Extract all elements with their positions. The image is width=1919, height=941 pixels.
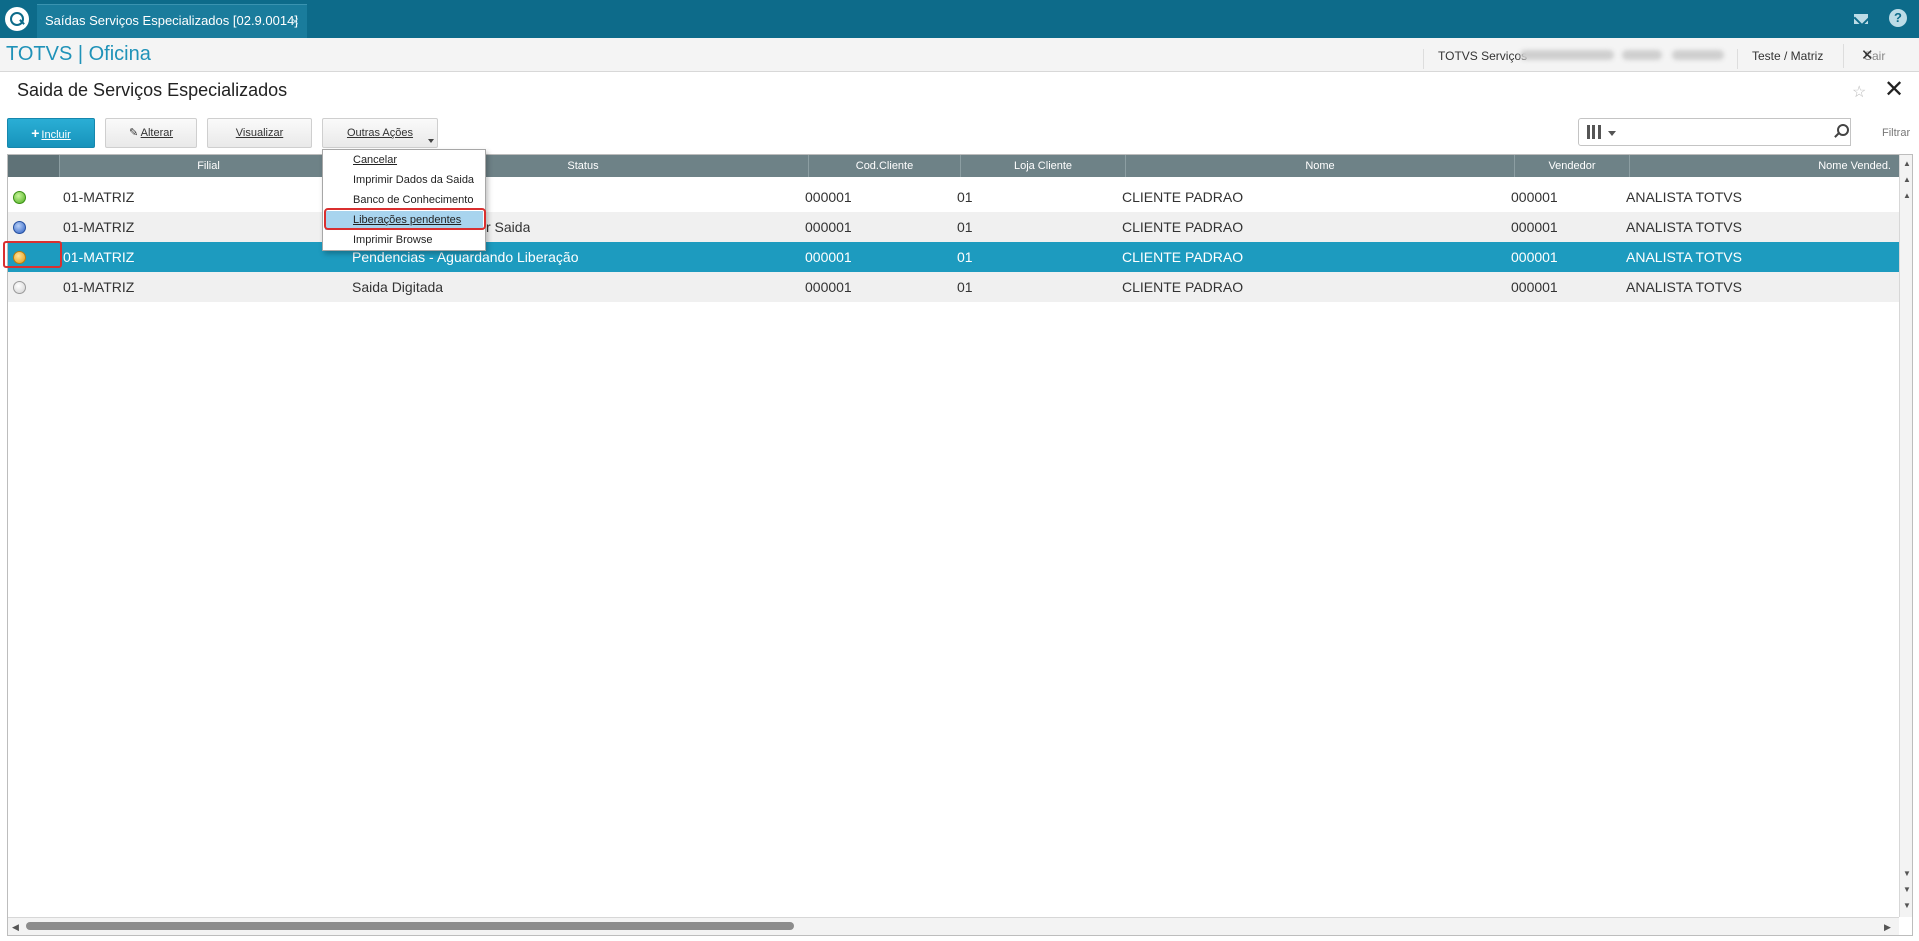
table-row[interactable]: 01-MATRIZ Saida Digitada 000001 01 CLIEN… — [8, 272, 1899, 302]
data-grid: Filial Status Cod.Cliente Loja Cliente N… — [7, 154, 1913, 936]
table-row[interactable]: 01-MATRIZ r Saida 000001 01 CLIENTE PADR… — [8, 212, 1899, 242]
columns-icon — [1587, 125, 1601, 139]
legend-blue-icon[interactable] — [13, 221, 26, 234]
exit-icon[interactable]: ✕ — [1861, 44, 1874, 68]
tab-title: Saídas Serviços Especializados [02.9.001… — [45, 13, 298, 28]
product-name: TOTVS | Oficina — [6, 43, 151, 65]
table-row[interactable]: 01-MATRIZ 000001 01 CLIENTE PADRAO 00000… — [8, 182, 1899, 212]
cell-vendedor: 000001 — [1511, 189, 1558, 205]
cell-nome: CLIENTE PADRAO — [1122, 249, 1244, 265]
cell-nome: CLIENTE PADRAO — [1122, 279, 1244, 295]
scroll-down-icon[interactable]: ▼ — [1902, 869, 1912, 879]
cell-loja: 01 — [957, 249, 973, 265]
menu-item-label: Cancelar — [353, 154, 398, 166]
outras-acoes-menu: Cancelar Imprimir Dados da Saida Banco d… — [322, 149, 486, 251]
app-window: Saídas Serviços Especializados [02.9.001… — [0, 0, 1919, 941]
cell-status: r Saida — [486, 219, 531, 235]
favorite-star-icon[interactable]: ☆ — [1852, 82, 1866, 102]
title-bar: Saídas Serviços Especializados [02.9.001… — [0, 0, 1919, 38]
outras-acoes-button[interactable]: Outras Ações — [322, 118, 438, 148]
search-input[interactable] — [1619, 118, 1851, 146]
cell-nome: CLIENTE PADRAO — [1122, 189, 1244, 205]
cell-nome-vendedor: ANALISTA TOTVS — [1626, 279, 1742, 295]
cell-vendedor: 000001 — [1511, 219, 1558, 235]
cell-cod-cliente: 000001 — [805, 189, 852, 205]
cell-filial: 01-MATRIZ — [63, 219, 135, 235]
totvs-logo-icon[interactable] — [5, 7, 29, 31]
menu-item-label: Imprimir Dados da Saida — [353, 174, 475, 186]
horizontal-scroll-thumb[interactable] — [26, 922, 794, 930]
incluir-button[interactable]: + Incluir — [7, 118, 95, 148]
dropdown-arrow-icon — [428, 139, 434, 143]
redacted-info — [1520, 50, 1614, 60]
menu-item-imprimir-browse[interactable]: Imprimir Browse — [325, 231, 483, 250]
cell-filial: 01-MATRIZ — [63, 249, 135, 265]
menu-item-cancelar[interactable]: Cancelar — [325, 151, 483, 170]
scroll-right-icon[interactable]: ▶ — [1884, 922, 1891, 933]
visualizar-button[interactable]: Visualizar — [207, 118, 312, 148]
cell-vendedor: 000001 — [1511, 279, 1558, 295]
cell-vendedor: 000001 — [1511, 249, 1558, 265]
vertical-scrollbar[interactable]: ▲ ▲ ▲ ▼ ▼ ▼ — [1899, 155, 1912, 917]
tab-close-icon[interactable]: × — [291, 5, 299, 37]
cell-loja: 01 — [957, 189, 973, 205]
column-header-loja-cliente[interactable]: Loja Cliente — [961, 155, 1126, 177]
scroll-bottom-icon[interactable]: ▼ — [1902, 901, 1912, 911]
horizontal-scrollbar[interactable]: ◀ ▶ — [8, 917, 1899, 935]
plus-icon: + — [31, 125, 40, 141]
cell-cod-cliente: 000001 — [805, 219, 852, 235]
scroll-top-icon[interactable]: ▲ — [1902, 159, 1912, 169]
table-row-selected[interactable]: 01-MATRIZ Pendencias - Aguardando Libera… — [8, 242, 1899, 272]
outras-acoes-label: Outras Ações — [346, 127, 414, 139]
menu-item-label: Banco de Conhecimento — [353, 194, 474, 206]
grid-header: Filial Status Cod.Cliente Loja Cliente N… — [8, 155, 1899, 177]
menu-item-label: Imprimir Browse — [353, 234, 433, 246]
search-icon[interactable] — [1834, 124, 1849, 138]
chevron-down-icon — [1608, 131, 1616, 136]
column-header-nome-vendedor[interactable]: Nome Vended. — [1630, 155, 1899, 177]
legend-green-icon[interactable] — [13, 191, 26, 204]
cell-cod-cliente: 000001 — [805, 279, 852, 295]
help-icon[interactable]: ? — [1889, 9, 1907, 27]
redacted-info — [1672, 50, 1724, 60]
column-header-legend[interactable] — [8, 155, 60, 177]
cell-nome-vendedor: ANALISTA TOTVS — [1626, 189, 1742, 205]
visualizar-label: Visualizar — [235, 127, 284, 139]
incluir-label: Incluir — [41, 129, 71, 141]
scroll-page-down-icon[interactable]: ▼ — [1902, 885, 1912, 895]
page-title: Saida de Serviços Especializados — [17, 80, 288, 100]
cell-nome-vendedor: ANALISTA TOTVS — [1626, 249, 1742, 265]
company-name: TOTVS Serviços — [1423, 49, 1527, 69]
grid-columns-config-button[interactable] — [1578, 118, 1620, 146]
cell-nome-vendedor: ANALISTA TOTVS — [1626, 219, 1742, 235]
mail-icon[interactable] — [1851, 9, 1871, 29]
redacted-info — [1622, 50, 1662, 60]
cell-nome: CLIENTE PADRAO — [1122, 219, 1244, 235]
highlight-box-menu-item — [324, 208, 486, 230]
pencil-icon: ✎ — [128, 127, 139, 139]
scroll-up-icon[interactable]: ▲ — [1902, 191, 1912, 201]
cell-status: Saida Digitada — [352, 279, 444, 295]
column-header-nome[interactable]: Nome — [1126, 155, 1515, 177]
menu-item-imprimir-dados[interactable]: Imprimir Dados da Saida — [325, 171, 483, 190]
scroll-left-icon[interactable]: ◀ — [12, 922, 19, 933]
highlight-box-legend — [3, 241, 62, 268]
alterar-label: Alterar — [140, 127, 174, 139]
cell-cod-cliente: 000001 — [805, 249, 852, 265]
cell-loja: 01 — [957, 219, 973, 235]
cell-filial: 01-MATRIZ — [63, 279, 135, 295]
close-icon[interactable]: ✕ — [1884, 78, 1904, 102]
branch-name: Teste / Matriz — [1737, 49, 1823, 69]
legend-white-icon[interactable] — [13, 281, 26, 294]
cell-filial: 01-MATRIZ — [63, 189, 135, 205]
column-header-cod-cliente[interactable]: Cod.Cliente — [809, 155, 961, 177]
filtrar-link[interactable]: Filtrar — [1882, 127, 1910, 139]
cell-loja: 01 — [957, 279, 973, 295]
product-bar: TOTVS | Oficina TOTVS Serviços Teste / M… — [0, 38, 1919, 72]
tab-saidas-servicos[interactable]: Saídas Serviços Especializados [02.9.001… — [37, 4, 307, 38]
alterar-button[interactable]: ✎ Alterar — [105, 118, 197, 148]
column-header-vendedor[interactable]: Vendedor — [1515, 155, 1630, 177]
scroll-page-up-icon[interactable]: ▲ — [1902, 175, 1912, 185]
column-header-filial[interactable]: Filial — [60, 155, 358, 177]
